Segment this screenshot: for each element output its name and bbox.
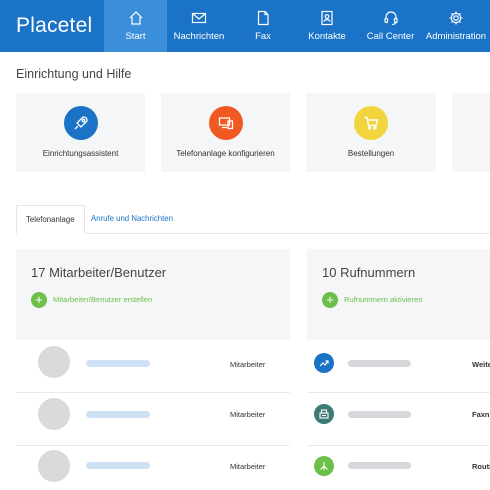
nav-item-nachrichten[interactable]: Nachrichten xyxy=(167,0,231,52)
cart-icon xyxy=(354,106,388,140)
nav-item-kontakte[interactable]: Kontakte xyxy=(295,0,359,52)
devices-icon xyxy=(208,106,243,140)
contact-book-icon xyxy=(321,10,333,26)
activate-numbers-label: Rufnummern aktivieren xyxy=(344,295,423,304)
employee-name-placeholder xyxy=(86,411,150,418)
employee-role: Mitarbeiter xyxy=(230,410,266,419)
employee-name-placeholder xyxy=(86,360,150,367)
setup-card-label: Bestellungen xyxy=(347,149,395,158)
nav-item-administration[interactable]: Administration xyxy=(422,0,490,52)
avatar xyxy=(38,346,70,378)
plus-icon: + xyxy=(31,292,47,308)
envelope-icon xyxy=(191,12,207,24)
avatar xyxy=(38,450,70,482)
avatar xyxy=(38,398,70,430)
employee-role: Mitarbeiter xyxy=(230,462,266,471)
employee-name-placeholder xyxy=(86,462,150,469)
home-icon xyxy=(129,11,142,25)
tab-telefonanlage[interactable]: Telefonanlage xyxy=(16,205,85,234)
setup-card-partial[interactable] xyxy=(452,93,490,172)
rocket-icon xyxy=(63,106,98,140)
setup-card-label: Telefonanlage konfigurieren xyxy=(176,149,275,158)
section-title: Einrichtung und Hilfe xyxy=(16,67,132,81)
placetel-logo[interactable]: Placetel xyxy=(16,0,92,52)
nav-item-fax[interactable]: Fax xyxy=(231,0,295,52)
gear-icon xyxy=(449,11,463,25)
nav-item-call-center[interactable]: Call Center xyxy=(359,0,422,52)
nav-item-label: Administration xyxy=(425,31,487,42)
routing-icon xyxy=(314,456,334,476)
numbers-count-title: 10 Rufnummern xyxy=(322,265,416,280)
fax-icon xyxy=(314,404,334,424)
employee-role: Mitarbeiter xyxy=(230,360,266,369)
numbers-panel-header: 10 Rufnummern + Rufnummern aktivieren xyxy=(307,249,490,340)
number-type: Routi xyxy=(472,462,490,471)
employees-panel-header: 17 Mitarbeiter/Benutzer + Mitarbeiter/Be… xyxy=(16,249,290,340)
nav-item-label: Call Center xyxy=(366,31,415,42)
employees-count-title: 17 Mitarbeiter/Benutzer xyxy=(31,265,167,280)
employee-row[interactable]: Mitarbeiter xyxy=(16,340,290,393)
setup-card-label: Einrichtungsassistent xyxy=(42,149,119,158)
top-navigation-bar: Placetel Start Nachrichten Fax Kontakte … xyxy=(0,0,490,52)
number-placeholder xyxy=(348,411,411,418)
setup-card-configure-pbx[interactable]: Telefonanlage konfigurieren xyxy=(161,93,290,172)
number-type: Weite xyxy=(472,360,490,369)
forward-icon xyxy=(314,353,334,373)
number-type: Faxn xyxy=(472,410,490,419)
number-row[interactable]: Routi xyxy=(307,446,490,490)
document-icon xyxy=(257,10,269,26)
nav-item-start[interactable]: Start xyxy=(104,0,167,52)
setup-card-assistant[interactable]: Einrichtungsassistent xyxy=(16,93,145,172)
number-placeholder xyxy=(348,462,411,469)
number-row[interactable]: Faxn xyxy=(307,393,490,446)
tab-anrufe-und-nachrichten[interactable]: Anrufe und Nachrichten xyxy=(82,205,182,234)
employee-row[interactable]: Mitarbeiter xyxy=(16,446,290,490)
nav-item-label: Fax xyxy=(255,31,271,42)
plus-icon: + xyxy=(322,292,338,308)
setup-card-orders[interactable]: Bestellungen xyxy=(306,93,436,172)
nav-item-label: Start xyxy=(125,31,146,42)
create-employee-label: Mitarbeiter/Benutzer erstellen xyxy=(53,295,153,304)
nav-item-label: Nachrichten xyxy=(173,31,225,42)
nav-item-label: Kontakte xyxy=(308,31,346,42)
number-row[interactable]: Weite xyxy=(307,340,490,393)
headset-icon xyxy=(383,11,398,26)
number-placeholder xyxy=(348,360,411,367)
employee-row[interactable]: Mitarbeiter xyxy=(16,393,290,446)
